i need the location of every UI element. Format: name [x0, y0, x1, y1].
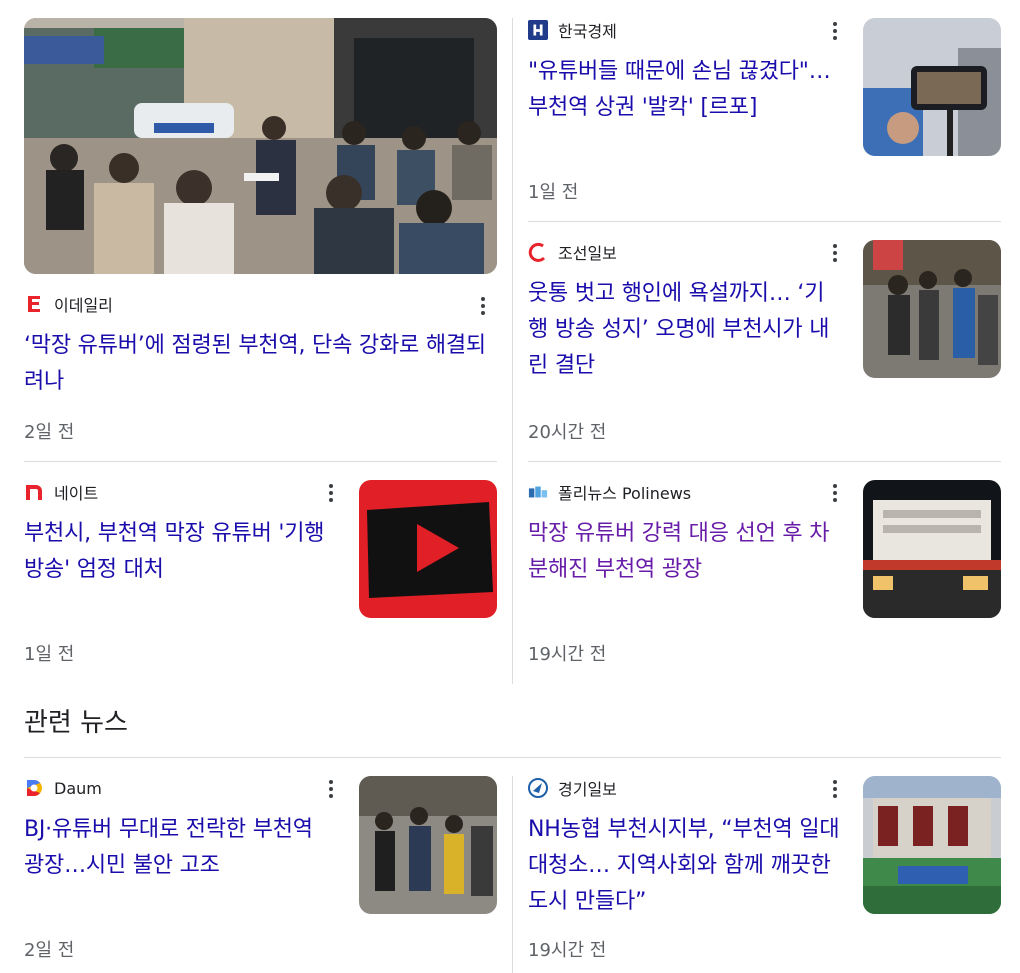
news-source-name: 폴리뉴스 Polinews: [558, 484, 692, 503]
news-timestamp: 2일 전: [24, 940, 75, 961]
edaily-logo-icon: [24, 294, 44, 314]
news-thumbnail[interactable]: [359, 480, 497, 618]
news-source: 폴리뉴스 Polinews: [528, 480, 691, 504]
youtube-play-logo-image: [359, 480, 497, 618]
news-timestamp: 20시간 전: [528, 422, 607, 443]
more-vert-icon[interactable]: [319, 777, 343, 801]
news-source-name: 한국경제: [558, 22, 617, 41]
news-card[interactable]: 폴리뉴스 Polinews 막장 유튜버 강력 대응 선언 후 차분해진 부천역…: [528, 480, 1001, 670]
town-hall-meeting-photo: [24, 18, 497, 274]
more-vert-icon[interactable]: [471, 294, 495, 318]
news-source: 조선일보: [528, 240, 617, 264]
column-divider: [512, 776, 513, 973]
news-thumbnail[interactable]: [863, 18, 1001, 156]
daum-logo-icon: [24, 778, 44, 798]
news-source: 경기일보: [528, 776, 617, 800]
news-headline[interactable]: 부천시, 부천역 막장 유튜버 '기행 방송' 엄정 대처: [24, 516, 334, 588]
news-card[interactable]: Daum BJ·유튜버 무대로 전락한 부천역 광장…시민 불안 고조 2일 전: [24, 776, 497, 966]
news-timestamp: 1일 전: [24, 644, 75, 665]
news-card[interactable]: 조선일보 웃통 벗고 행인에 욕설까지… ‘기행 방송 성지’ 오명에 부천시가…: [528, 240, 1001, 450]
phone-camera-stream-photo: [863, 18, 1001, 156]
nate-logo-icon: [24, 482, 44, 502]
news-thumbnail[interactable]: [863, 240, 1001, 378]
news-card[interactable]: 한국경제 "유튜버들 때문에 손님 끊겼다"…부천역 상권 '발칵' [르포] …: [528, 18, 1001, 208]
more-vert-icon[interactable]: [823, 19, 847, 43]
news-source: Daum: [24, 776, 102, 800]
more-vert-icon[interactable]: [823, 481, 847, 505]
news-headline[interactable]: ‘막장 유튜버’에 점령된 부천역, 단속 강화로 해결되려나: [24, 328, 494, 400]
news-headline[interactable]: "유튜버들 때문에 손님 끊겼다"…부천역 상권 '발칵' [르포]: [528, 54, 838, 126]
news-source: 한국경제: [528, 18, 617, 42]
column-divider: [512, 18, 513, 684]
news-timestamp: 2일 전: [24, 422, 75, 443]
divider: [24, 461, 497, 462]
street-crowd-photo: [863, 240, 1001, 378]
news-thumbnail[interactable]: [863, 776, 1001, 914]
news-card[interactable]: 경기일보 NH농협 부천시지부, “부천역 일대 대청소… 지역사회와 함께 깨…: [528, 776, 1001, 966]
news-source-name: 경기일보: [558, 780, 617, 799]
news-timestamp: 1일 전: [528, 182, 579, 203]
kyeonggi-ilbo-logo-icon: [528, 778, 548, 798]
news-source-name: Daum: [54, 778, 102, 798]
hankyung-logo-icon: [528, 20, 548, 40]
news-card-lead[interactable]: 이데일리 ‘막장 유튜버’에 점령된 부천역, 단속 강화로 해결되려나 2일 …: [24, 18, 497, 448]
news-source-name: 조선일보: [558, 244, 617, 263]
news-timestamp: 19시간 전: [528, 940, 607, 961]
more-vert-icon[interactable]: [823, 241, 847, 265]
chosun-logo-icon: [528, 242, 548, 262]
station-night-photo: [863, 480, 1001, 618]
news-thumbnail[interactable]: [24, 18, 497, 274]
divider: [528, 221, 1001, 222]
more-vert-icon[interactable]: [823, 777, 847, 801]
news-headline[interactable]: BJ·유튜버 무대로 전락한 부천역 광장…시민 불안 고조: [24, 812, 334, 884]
news-card[interactable]: 네이트 부천시, 부천역 막장 유튜버 '기행 방송' 엄정 대처 1일 전: [24, 480, 497, 670]
more-vert-icon[interactable]: [319, 481, 343, 505]
news-headline[interactable]: NH농협 부천시지부, “부천역 일대 대청소… 지역사회와 함께 깨끗한 도시…: [528, 812, 848, 920]
news-thumbnail[interactable]: [863, 480, 1001, 618]
news-source-name: 네이트: [54, 484, 99, 503]
news-headline[interactable]: 막장 유튜버 강력 대응 선언 후 차분해진 부천역 광장: [528, 516, 838, 588]
polinews-logo-icon: [528, 482, 548, 502]
news-thumbnail[interactable]: [359, 776, 497, 914]
plaza-crowd-photo: [359, 776, 497, 914]
cleanup-volunteers-photo: [863, 776, 1001, 914]
divider: [24, 757, 1001, 758]
divider: [528, 461, 1001, 462]
news-source: 네이트: [24, 480, 98, 504]
news-headline[interactable]: 웃통 벗고 행인에 욕설까지… ‘기행 방송 성지’ 오명에 부천시가 내린 결…: [528, 276, 838, 384]
news-source: 이데일리: [24, 292, 113, 316]
news-timestamp: 19시간 전: [528, 644, 607, 665]
section-title-related-news: 관련 뉴스: [24, 708, 128, 738]
news-source-name: 이데일리: [54, 296, 113, 315]
